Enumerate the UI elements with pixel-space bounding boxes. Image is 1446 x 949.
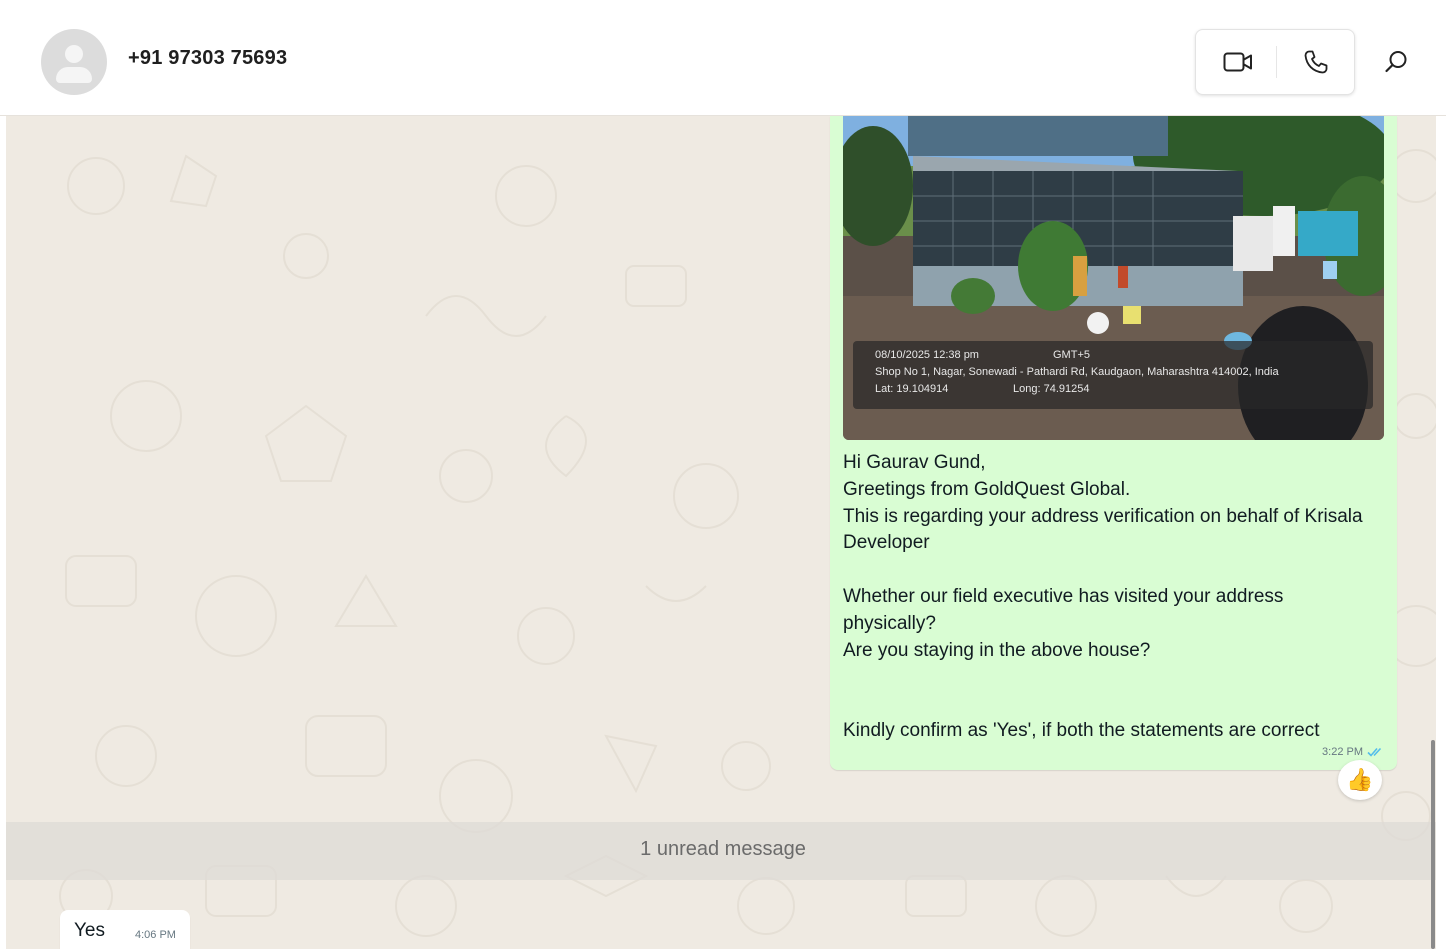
incoming-message-text: Yes bbox=[74, 920, 105, 941]
contact-name[interactable]: +91 97303 75693 bbox=[128, 47, 287, 70]
incoming-message-bubble[interactable]: Yes 4:06 PM bbox=[60, 910, 190, 949]
search-icon bbox=[1385, 51, 1407, 73]
voice-call-button[interactable] bbox=[1288, 42, 1344, 82]
stamp-datetime: 08/10/2025 12:38 pm bbox=[875, 349, 979, 361]
stamp-latitude: Lat: 19.104914 bbox=[875, 383, 949, 395]
unread-divider-label: 1 unread message bbox=[640, 838, 806, 860]
phone-icon bbox=[1304, 50, 1328, 74]
thumbs-up-reaction[interactable]: 👍 bbox=[1338, 760, 1382, 800]
stamp-longitude: Long: 74.91254 bbox=[1013, 383, 1090, 395]
search-button[interactable] bbox=[1374, 40, 1418, 84]
contact-avatar[interactable] bbox=[41, 29, 107, 95]
double-check-read-icon bbox=[1367, 747, 1382, 757]
stamp-address: Shop No 1, Nagar, Sonewadi - Pathardi Rd… bbox=[875, 366, 1279, 378]
house-photo[interactable]: 08/10/2025 12:38 pm GMT+5 Shop No 1, Naga… bbox=[843, 116, 1384, 440]
outgoing-message-bubble[interactable]: 08/10/2025 12:38 pm GMT+5 Shop No 1, Naga… bbox=[830, 116, 1397, 770]
chat-scrollbar[interactable] bbox=[1431, 740, 1435, 949]
call-button-group bbox=[1195, 29, 1355, 95]
video-call-button[interactable] bbox=[1210, 42, 1266, 82]
message-timestamp: 3:22 PM bbox=[1322, 746, 1363, 758]
outgoing-message-text: Hi Gaurav Gund, Greetings from GoldQuest… bbox=[843, 452, 1363, 741]
video-camera-icon bbox=[1223, 52, 1252, 72]
stamp-timezone: GMT+5 bbox=[1053, 349, 1090, 361]
chat-header: +91 97303 75693 bbox=[0, 0, 1446, 116]
avatar-placeholder-icon bbox=[65, 45, 83, 63]
photo-geotag-stamp: 08/10/2025 12:38 pm GMT+5 Shop No 1, Naga… bbox=[853, 341, 1373, 409]
incoming-message-timestamp: 4:06 PM bbox=[135, 929, 176, 941]
